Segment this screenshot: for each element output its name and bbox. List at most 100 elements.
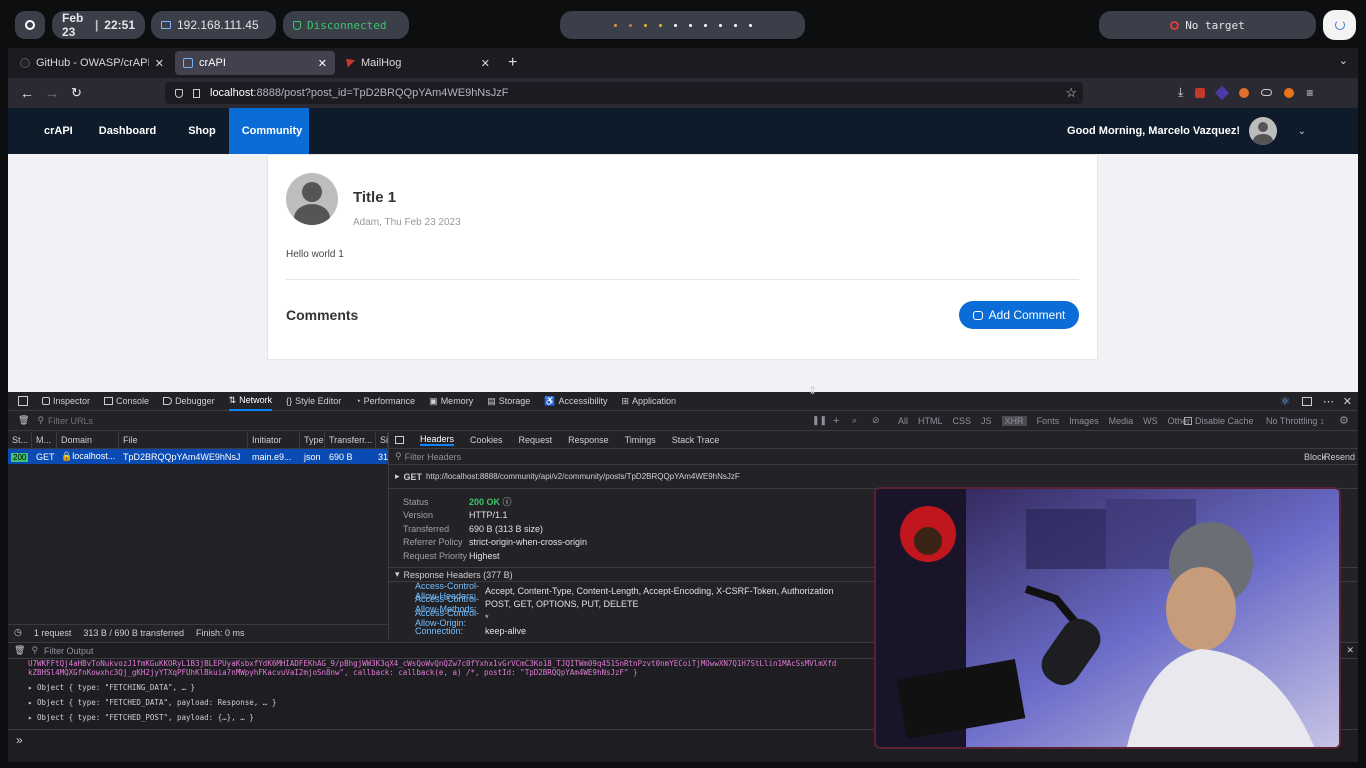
nav-community[interactable]: Community	[228, 108, 309, 154]
col-domain[interactable]: Domain	[57, 432, 119, 448]
close-devtools-icon[interactable]: ✕	[1343, 395, 1352, 408]
workspace-dot[interactable]	[703, 23, 707, 27]
close-console-icon[interactable]: ✕	[1346, 645, 1354, 656]
dock-icon[interactable]	[1302, 396, 1312, 406]
disable-cache-checkbox[interactable]: Disable Cache	[1184, 416, 1254, 426]
filter-headers-input[interactable]: Filter Headers	[405, 452, 462, 462]
target-widget[interactable]: No target	[1099, 11, 1316, 39]
filter-xhr[interactable]: XHR	[1001, 415, 1027, 426]
tab-accessibility[interactable]: ♿ Accessibility	[544, 396, 607, 407]
col-size[interactable]: Si	[376, 432, 388, 448]
tab-network[interactable]: ⇅ Network	[228, 392, 273, 411]
tab-headers[interactable]: Headers	[420, 434, 455, 446]
tab-debugger[interactable]: Debugger	[163, 396, 215, 406]
workspace-dot[interactable]	[613, 23, 617, 27]
col-transferred[interactable]: Transferr...	[325, 432, 376, 448]
close-tab-icon[interactable]: ✕	[318, 57, 327, 70]
settings-gear-icon[interactable]: ⚙	[1339, 414, 1349, 427]
block-icon[interactable]: ⊘	[872, 415, 880, 426]
tab-cookies[interactable]: Cookies	[470, 435, 503, 445]
reload-icon[interactable]: ↻	[71, 85, 82, 101]
col-file[interactable]: File	[119, 432, 248, 448]
throttling-select[interactable]: No Throttling ↕	[1266, 416, 1324, 426]
console-filter-input[interactable]: Filter Output	[44, 646, 94, 656]
downloads-icon[interactable]: ⤓	[1178, 85, 1183, 100]
tab-storage[interactable]: ▤ Storage	[487, 396, 530, 407]
filter-all[interactable]: All	[898, 416, 908, 426]
add-icon[interactable]: +	[833, 415, 839, 427]
trash-icon[interactable]: 🗑	[18, 415, 29, 426]
close-tab-icon[interactable]: ✕	[155, 57, 164, 70]
workspace-dot[interactable]	[673, 23, 677, 27]
close-tab-icon[interactable]: ✕	[481, 57, 490, 70]
pick-element-icon[interactable]	[18, 396, 28, 406]
workspace-dot[interactable]	[628, 23, 632, 27]
extension-icon[interactable]	[1195, 87, 1206, 98]
col-status[interactable]: St...	[8, 432, 32, 448]
workspace-dot[interactable]	[748, 23, 752, 27]
tab-request[interactable]: Request	[519, 435, 553, 445]
filter-media[interactable]: Media	[1109, 416, 1134, 426]
block-button[interactable]: Block	[1304, 452, 1326, 462]
tab-response[interactable]: Response	[568, 435, 609, 445]
browser-tab-mailhog[interactable]: MailHog ✕	[338, 51, 498, 75]
ip-widget[interactable]: 192.168.111.45	[151, 11, 276, 39]
tab-application[interactable]: ⊞ Application	[621, 396, 676, 407]
filter-urls-input[interactable]	[48, 415, 349, 426]
col-initiator[interactable]: Initiator	[248, 432, 300, 448]
workspace-dot[interactable]	[688, 23, 692, 27]
workspace-dot[interactable]	[643, 23, 647, 27]
browser-tab-github[interactable]: GitHub - OWASP/crAPI: co ✕	[12, 51, 172, 75]
request-url-line[interactable]: ▸ GET http://localhost:8888/community/ap…	[389, 465, 1358, 489]
nav-dashboard[interactable]: Dashboard	[86, 108, 169, 154]
trash-icon[interactable]: 🗑	[14, 645, 25, 656]
workspace-dot[interactable]	[658, 23, 662, 27]
user-menu-chevron-icon[interactable]: ⌄	[1298, 126, 1306, 137]
browser-tab-crapi[interactable]: crAPI ✕	[175, 51, 335, 75]
tab-list-chevron-icon[interactable]: ⌄	[1339, 54, 1348, 67]
col-type[interactable]: Type	[300, 432, 325, 448]
tab-console[interactable]: Console	[104, 396, 149, 406]
new-tab-button[interactable]: +	[508, 54, 517, 72]
power-button[interactable]	[1323, 10, 1356, 40]
tab-performance[interactable]: ◔ Performance	[355, 396, 415, 406]
filter-fonts[interactable]: Fonts	[1037, 416, 1060, 426]
forward-icon[interactable]: →	[45, 85, 59, 101]
url-bar[interactable]: localhost:8888/post?post_id=TpD2BRQQpYAm…	[165, 82, 1083, 104]
tab-timings[interactable]: Timings	[625, 435, 656, 445]
foxyproxy-icon[interactable]	[1239, 87, 1250, 98]
react-icon[interactable]: ⚛	[1280, 395, 1290, 408]
tab-stack-trace[interactable]: Stack Trace	[672, 435, 720, 445]
table-row[interactable]: 200 GET 🔒localhost... TpD2BRQQpYAm4WE9hN…	[8, 449, 388, 464]
help-icon[interactable]: ⓘ	[503, 497, 512, 507]
filter-ws[interactable]: WS	[1143, 416, 1158, 426]
filter-images[interactable]: Images	[1069, 416, 1099, 426]
nav-shop[interactable]: Shop	[175, 108, 229, 154]
search-icon[interactable]: ⌕	[852, 415, 857, 426]
user-avatar[interactable]	[1249, 117, 1277, 145]
filter-html[interactable]: HTML	[918, 416, 943, 426]
workspace-dot[interactable]	[733, 23, 737, 27]
resend-button[interactable]: Resend	[1324, 452, 1355, 462]
sidebar-toggle-icon[interactable]	[395, 436, 404, 444]
tab-style-editor[interactable]: {} Style Editor	[286, 396, 341, 406]
pause-icon[interactable]: ❚❚	[812, 415, 827, 426]
add-comment-button[interactable]: Add Comment	[959, 301, 1079, 329]
tab-inspector[interactable]: Inspector	[42, 396, 90, 406]
brand-logo[interactable]: crAPI	[31, 108, 86, 154]
workspace-switcher[interactable]	[560, 11, 805, 39]
tab-memory[interactable]: ▣ Memory	[429, 396, 473, 407]
back-icon[interactable]: ←	[20, 85, 34, 101]
extension-icon[interactable]	[1215, 85, 1230, 100]
col-method[interactable]: M...	[32, 432, 57, 448]
bookmark-star-icon[interactable]: ☆	[1065, 85, 1077, 101]
more-options-icon[interactable]: ⋯	[1323, 395, 1334, 408]
workspace-dot[interactable]	[718, 23, 722, 27]
extension-icon[interactable]	[1284, 87, 1295, 98]
filter-css[interactable]: CSS	[953, 416, 972, 426]
menu-button[interactable]	[15, 11, 45, 39]
extension-icon[interactable]	[1261, 89, 1273, 96]
filter-js[interactable]: JS	[981, 416, 992, 426]
hamburger-menu-icon[interactable]: ≡	[1306, 86, 1313, 100]
vpn-widget[interactable]: Disconnected	[283, 11, 409, 39]
